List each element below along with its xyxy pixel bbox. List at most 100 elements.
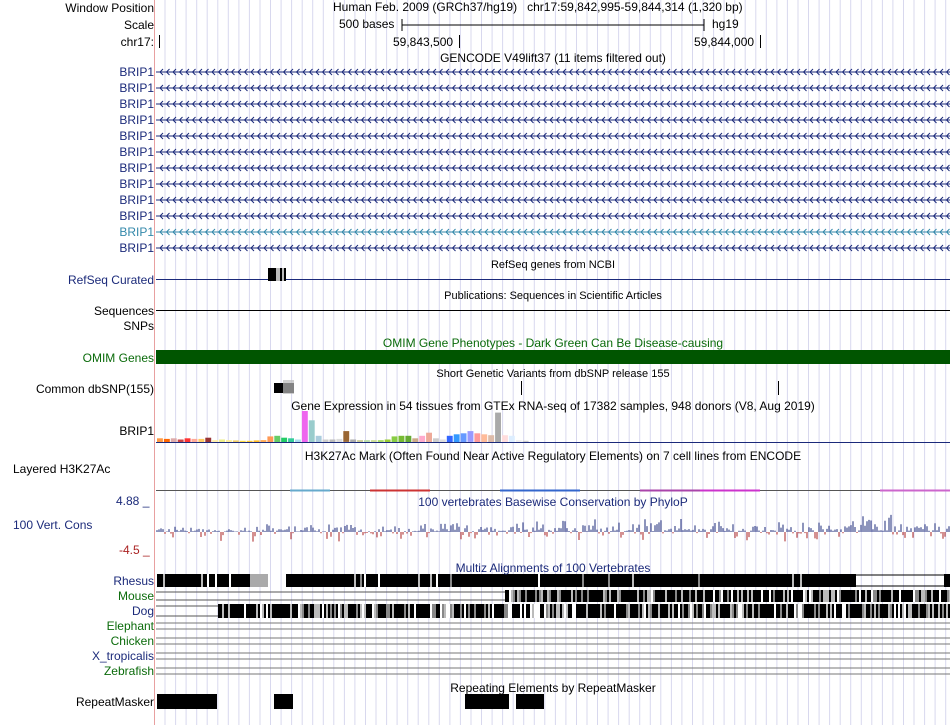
gtex-bar [398,435,405,442]
publications-label[interactable]: Sequences [94,304,154,318]
gtex-bar [205,437,212,442]
alignment-block [669,590,671,602]
repeatmasker-label[interactable]: RepeatMasker [76,695,154,709]
omim-label[interactable]: OMIM Genes [83,351,154,365]
gtex-bar [467,431,474,442]
h3k27ac-track-title[interactable]: H3K27Ac Mark (Often Found Near Active Re… [156,449,950,463]
multiz-species-label[interactable]: Chicken [111,634,154,648]
multiz-species-label[interactable]: Zebrafish [104,664,154,678]
alignment-block [563,590,565,602]
alignment-block [234,604,236,618]
alignment-block [878,604,880,618]
alignment-block [233,574,235,587]
alignment-block [768,604,770,618]
alignment-block [169,574,171,587]
alignment-block [504,574,506,587]
alignment-block [680,574,682,587]
alignment-block [577,590,579,602]
multiz-species-label[interactable]: Dog [132,604,154,618]
cons-track-title[interactable]: 100 vertebrates Basewise Conservation by… [156,495,950,509]
multiz-species-label[interactable]: Mouse [118,589,154,603]
alignment-block [664,604,666,618]
gencode-item-label[interactable]: BRIP1 [119,97,154,111]
gtex-bar [384,439,391,442]
alignment-block [630,604,632,618]
gencode-item-label[interactable]: BRIP1 [119,113,154,127]
alignment-block [579,590,581,602]
repeatmasker-track-title[interactable]: Repeating Elements by RepeatMasker [156,681,950,695]
alignment-block [547,590,549,602]
gtex-label[interactable]: BRIP1 [119,424,154,438]
alignment-block [711,590,713,602]
alignment-block [508,574,510,587]
gencode-item-label[interactable]: BRIP1 [119,241,154,255]
gencode-item-label[interactable]: BRIP1 [119,81,154,95]
alignment-block [442,604,444,618]
alignment-block [362,574,364,587]
alignment-block [843,590,845,602]
alignment-block [288,604,290,618]
multiz-species-label[interactable]: Elephant [107,619,154,633]
alignment-block [876,604,878,618]
alignment-block [350,604,352,618]
alignment-block [757,590,759,602]
gencode-item-label[interactable]: BRIP1 [119,161,154,175]
alignment-block [642,574,644,587]
alignment-block [396,604,398,618]
gencode-item-label[interactable]: BRIP1 [119,177,154,191]
gencode-item-label[interactable]: BRIP1 [119,209,154,223]
publications-track-title[interactable]: Publications: Sequences in Scientific Ar… [156,289,950,303]
alignment-block [450,604,452,618]
alignment-block [584,604,586,618]
alignment-block [844,574,846,587]
alignment-block [857,590,859,602]
multiz-species-label[interactable]: Rhesus [113,574,154,588]
multiz-track-title[interactable]: Multiz Alignments of 100 Vertebrates [156,561,950,575]
omim-track-title[interactable]: OMIM Gene Phenotypes - Dark Green Can Be… [156,336,950,350]
alignment-block [211,574,213,587]
alignment-block [840,574,842,587]
cons-label[interactable]: 100 Vert. Cons [13,518,92,532]
alignment-block [684,604,686,618]
gencode-item-label[interactable]: BRIP1 [119,193,154,207]
refseq-label[interactable]: RefSeq Curated [68,273,154,287]
alignment-block [826,574,828,587]
alignment-block [872,604,874,618]
alignment-block [696,604,698,618]
alignment-block [600,604,602,618]
dbsnp-track-title[interactable]: Short Genetic Variants from dbSNP releas… [156,367,950,381]
alignment-block [652,604,654,618]
alignment-block [788,604,790,618]
gencode-item-label[interactable]: BRIP1 [119,145,154,159]
alignment-block [294,574,296,587]
refseq-track-title[interactable]: RefSeq genes from NCBI [156,258,950,272]
alignment-block [555,590,557,602]
alignment-block [744,574,746,587]
gencode-item-label[interactable]: BRIP1 [119,129,154,143]
omim-bar [156,350,950,364]
alignment-block [845,590,847,602]
alignment-block [662,574,664,587]
alignment-block [254,604,256,618]
gencode-item-label[interactable]: BRIP1 [119,65,154,79]
alignment-block [880,604,882,618]
gtex-bar [157,438,163,442]
alignment-block [558,574,560,587]
alignment-block [932,604,934,618]
alignment-block [278,604,280,618]
dbsnp-label[interactable]: Common dbSNP(155) [36,382,154,396]
alignment-block [694,604,696,618]
alignment-block [809,590,811,602]
multiz-species-label[interactable]: X_tropicalis [92,649,154,663]
alignment-block [808,574,810,587]
gtex-track-title[interactable]: Gene Expression in 54 tissues from GTEx … [156,399,950,413]
gencode-track-title[interactable]: GENCODE V49lift37 (11 items filtered out… [156,51,950,65]
gencode-item-label[interactable]: BRIP1 [119,225,154,239]
alignment-block [816,574,818,587]
alignment-block [786,574,788,587]
snps-label[interactable]: SNPs [123,319,154,333]
alignment-block [882,604,884,618]
h3k27ac-label[interactable]: Layered H3K27Ac [13,462,110,476]
gtex-bar [350,439,357,442]
alignment-block [326,604,328,618]
